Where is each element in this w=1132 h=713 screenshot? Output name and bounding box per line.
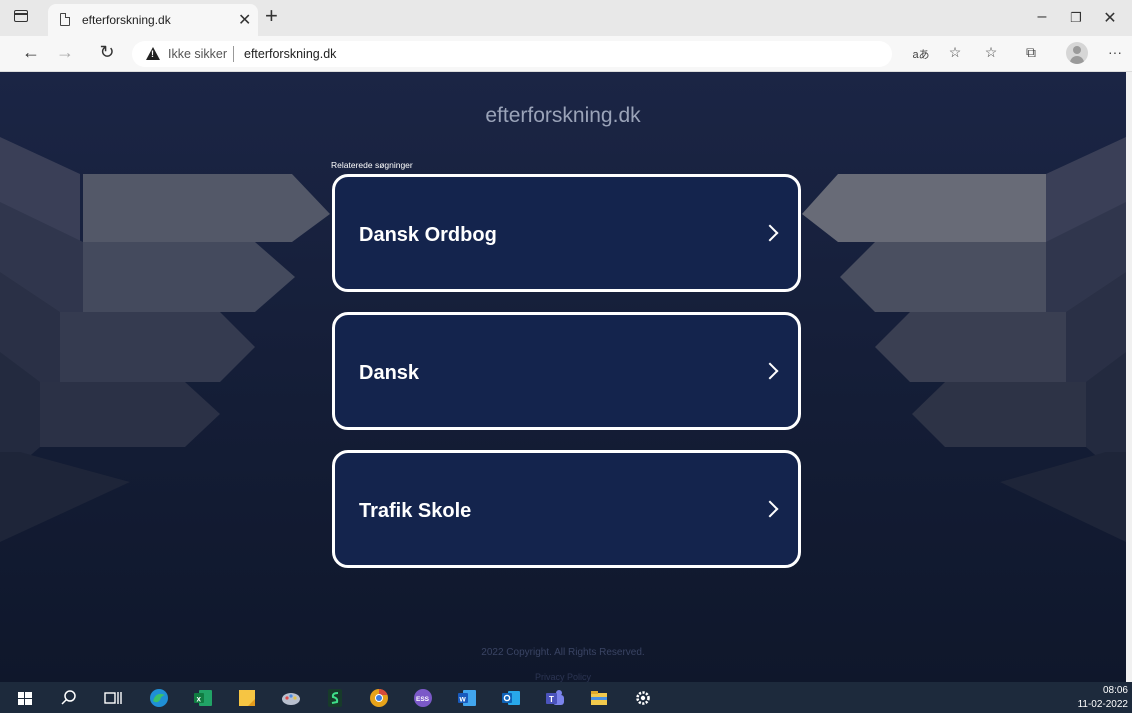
chrome-icon[interactable] [368, 687, 390, 709]
new-tab-icon[interactable]: + [265, 3, 278, 29]
card-label: Trafik Skole [359, 500, 472, 522]
minimize-icon[interactable]: – [1030, 8, 1054, 26]
browser-toolbar: ← → ↻ Ikke sikker efterforskning.dk aあ ☆… [0, 36, 1132, 72]
windows-start-icon[interactable] [14, 687, 36, 709]
chevron-right-icon [761, 500, 779, 518]
privacy-policy-link[interactable]: Privacy Policy [0, 672, 1126, 682]
svg-text:x: x [197, 695, 202, 704]
clock-time: 08:06 [1102, 685, 1128, 696]
url-text[interactable]: efterforskning.dk [244, 47, 336, 61]
excel-icon[interactable]: x [192, 687, 214, 709]
add-favorite-icon[interactable]: ☆ [944, 44, 966, 61]
task-view-icon[interactable] [102, 687, 124, 709]
tab-title: efterforskning.dk [82, 13, 171, 27]
address-bar[interactable]: Ikke sikker efterforskning.dk [132, 41, 892, 67]
related-search-card[interactable]: Dansk Ordbog [332, 174, 801, 292]
close-tab-icon[interactable]: ✕ [238, 10, 251, 30]
web-page: efterforskning.dk Relaterede søgninger D… [0, 72, 1126, 682]
refresh-icon[interactable]: ↻ [96, 42, 118, 63]
edge-icon[interactable] [148, 687, 170, 709]
back-icon[interactable]: ← [20, 42, 42, 63]
outlook-icon[interactable] [500, 687, 522, 709]
settings-icon[interactable] [632, 687, 654, 709]
chevron-right-icon [761, 224, 779, 242]
browser-tab[interactable]: efterforskning.dk ✕ [48, 4, 258, 36]
warning-icon[interactable] [146, 47, 160, 60]
sticky-notes-icon[interactable] [236, 687, 258, 709]
tab-strip: efterforskning.dk ✕ + – ❐ ✕ [0, 0, 1132, 36]
card-label: Dansk [359, 362, 420, 384]
svg-text:w: w [459, 695, 467, 704]
restore-icon[interactable]: ❐ [1064, 10, 1088, 26]
svg-text:T: T [549, 695, 554, 704]
paint-icon[interactable] [280, 687, 302, 709]
related-search-card[interactable]: Trafik Skole [332, 450, 801, 568]
read-aloud-icon[interactable]: aあ [910, 46, 932, 62]
address-divider [233, 46, 234, 62]
windows-taskbar: x ESS w T 08:06 11-02-2022 [0, 682, 1132, 713]
system-clock[interactable]: 08:06 11-02-2022 [1078, 684, 1128, 712]
chevron-right-icon [761, 362, 779, 380]
search-icon[interactable] [58, 687, 80, 709]
teams-icon[interactable]: T [544, 687, 566, 709]
svg-text:ESS: ESS [416, 696, 430, 703]
related-search-card[interactable]: Dansk [332, 312, 801, 430]
related-searches-label: Relaterede søgninger [331, 160, 413, 170]
page-scrollbar[interactable] [1126, 72, 1132, 682]
scanner-app-icon[interactable] [324, 687, 346, 709]
collections-icon[interactable]: ⧉ [1020, 44, 1042, 61]
favorites-icon[interactable]: ☆ [980, 44, 1002, 61]
clock-date: 11-02-2022 [1077, 699, 1128, 710]
more-icon[interactable]: ··· [1104, 44, 1126, 60]
tab-actions-icon[interactable] [14, 10, 28, 22]
word-icon[interactable]: w [456, 687, 478, 709]
page-favicon-icon [60, 13, 70, 26]
card-label: Dansk Ordbog [359, 224, 497, 246]
file-explorer-icon[interactable] [588, 687, 610, 709]
profile-avatar[interactable] [1066, 42, 1088, 64]
forward-icon[interactable]: → [54, 42, 76, 63]
copyright-text: 2022 Copyright. All Rights Reserved. [481, 647, 645, 658]
site-title: efterforskning.dk [485, 104, 641, 127]
security-label[interactable]: Ikke sikker [168, 47, 227, 61]
close-window-icon[interactable]: ✕ [1098, 8, 1122, 28]
ess-app-icon[interactable]: ESS [412, 687, 434, 709]
